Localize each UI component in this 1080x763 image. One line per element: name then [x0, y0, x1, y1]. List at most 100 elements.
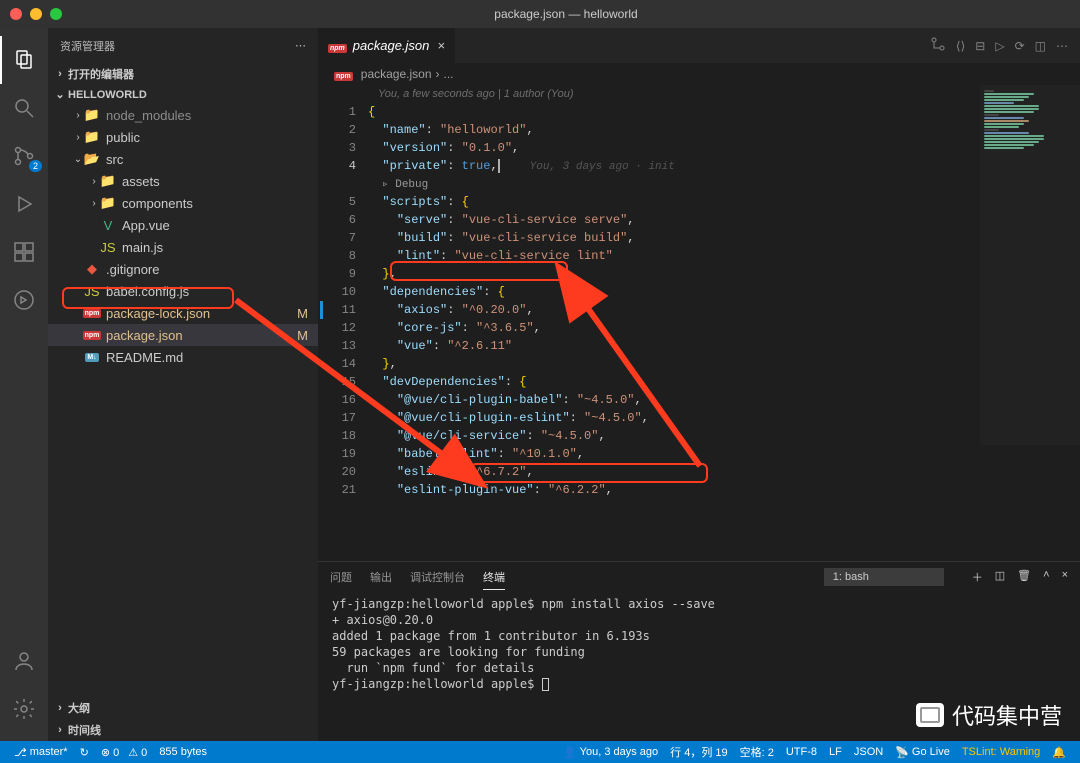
folder-icon: 📁 — [100, 173, 116, 189]
file-tree: ›📁node_modules ›📁public ⌄📂src ›📁assets ›… — [48, 104, 318, 697]
eol[interactable]: LF — [823, 744, 848, 760]
markdown-file-icon: M↓ — [84, 349, 100, 365]
breadcrumb[interactable]: npm package.json › ... — [318, 63, 1080, 85]
cursor-position[interactable]: 行 4，列 19 — [664, 744, 733, 760]
indentation[interactable]: 空格: 2 — [734, 744, 780, 760]
titlebar: package.json — helloworld — [0, 0, 1080, 28]
outline-section[interactable]: ›大纲 — [48, 697, 318, 719]
file-readme[interactable]: M↓README.md — [48, 346, 318, 368]
wechat-icon — [916, 703, 944, 727]
file-package-json[interactable]: npmpackage.json M — [48, 324, 318, 346]
folder-node-modules[interactable]: ›📁node_modules — [48, 104, 318, 126]
editor-area: npm package.json × ⟨⟩ ⊟ ▷ ⟳ ◫ ⋯ npm pack… — [318, 28, 1080, 741]
git-modified-badge: M — [297, 328, 308, 343]
git-file-icon: ◆ — [84, 261, 100, 277]
scm-badge: 2 — [29, 160, 42, 172]
panel-tab-terminal[interactable]: 终端 — [483, 565, 505, 590]
vue-file-icon: V — [100, 217, 116, 233]
window-controls — [10, 8, 62, 20]
file-babel-config[interactable]: JSbabel.config.js — [48, 280, 318, 302]
sidebar-title: 资源管理器 — [60, 38, 115, 54]
close-panel-icon[interactable]: × — [1062, 569, 1068, 585]
gitlens-view-icon[interactable] — [0, 276, 48, 324]
more-actions-icon[interactable]: ⋯ — [1056, 39, 1068, 53]
problems-errors[interactable]: ⊗ 0 ⚠ 0 — [95, 746, 154, 759]
file-main-js[interactable]: JSmain.js — [48, 236, 318, 258]
git-sync[interactable]: ↻ — [74, 746, 95, 759]
watermark: 代码集中营 — [916, 699, 1062, 731]
git-branch[interactable]: ⎇master* — [8, 746, 74, 759]
encoding[interactable]: UTF-8 — [780, 744, 823, 760]
folder-public[interactable]: ›📁public — [48, 126, 318, 148]
project-section[interactable]: ⌄HELLOWORLD — [48, 85, 318, 104]
file-app-vue[interactable]: VApp.vue — [48, 214, 318, 236]
run-icon[interactable]: ▷ — [995, 39, 1004, 53]
person-icon: 👤 — [563, 746, 577, 759]
folder-components[interactable]: ›📁components — [48, 192, 318, 214]
history-icon[interactable]: ⟳ — [1015, 39, 1025, 53]
scm-view-icon[interactable]: 2 — [0, 132, 48, 180]
branch-icon: ⎇ — [14, 746, 27, 759]
go-live[interactable]: 📡Go Live — [889, 744, 956, 760]
toggle-icon[interactable]: ⊟ — [975, 39, 985, 53]
folder-src[interactable]: ⌄📂src — [48, 148, 318, 170]
extensions-view-icon[interactable] — [0, 228, 48, 276]
line-gutter: 123456789101112131415161718192021 — [318, 103, 368, 561]
debug-view-icon[interactable] — [0, 180, 48, 228]
npm-file-icon: npm — [328, 38, 347, 53]
split-terminal-icon[interactable]: ◫ — [995, 569, 1005, 585]
terminal-selector[interactable]: 1: bash — [824, 568, 944, 586]
code-editor[interactable]: 123456789101112131415161718192021 { "nam… — [318, 103, 1080, 561]
timeline-section[interactable]: ›时间线 — [48, 719, 318, 741]
minimap[interactable] — [980, 85, 1080, 445]
settings-gear-icon[interactable] — [0, 685, 48, 733]
code-content[interactable]: { "name": "helloworld", "version": "0.1.… — [368, 103, 1080, 561]
compare-changes-icon[interactable] — [930, 36, 946, 55]
notifications-icon[interactable]: 🔔 — [1046, 744, 1072, 760]
npm-file-icon: npm — [84, 305, 100, 321]
new-terminal-icon[interactable]: ＋ — [972, 569, 983, 585]
gitlens-blame[interactable]: 👤You, 3 days ago — [557, 744, 664, 760]
close-tab-icon[interactable]: × — [437, 38, 445, 53]
npm-file-icon: npm — [84, 327, 100, 343]
tab-label: package.json — [353, 38, 430, 53]
folder-icon: 📁 — [84, 107, 100, 123]
tab-package-json[interactable]: npm package.json × — [318, 28, 455, 63]
sidebar-header: 资源管理器 ⋯ — [48, 28, 318, 63]
maximize-panel-icon[interactable]: ˄ — [1043, 569, 1049, 585]
gitlens-authors[interactable]: You, a few seconds ago | 1 author (You) — [318, 85, 1080, 103]
accounts-icon[interactable] — [0, 637, 48, 685]
sidebar-more-icon[interactable]: ⋯ — [295, 39, 306, 52]
panel-tab-debug-console[interactable]: 调试控制台 — [410, 565, 465, 589]
search-view-icon[interactable] — [0, 84, 48, 132]
kill-terminal-icon[interactable]: 🗑 — [1017, 569, 1031, 585]
folder-open-icon: 📂 — [84, 151, 100, 167]
file-size[interactable]: 855 bytes — [153, 746, 213, 758]
git-modified-badge: M — [297, 306, 308, 321]
split-editor-icon[interactable]: ◫ — [1035, 39, 1046, 53]
js-file-icon: JS — [100, 239, 116, 255]
status-bar: ⎇master* ↻ ⊗ 0 ⚠ 0 855 bytes 👤You, 3 day… — [0, 741, 1080, 763]
npm-file-icon: npm — [334, 67, 353, 81]
editor-tabs: npm package.json × ⟨⟩ ⊟ ▷ ⟳ ◫ ⋯ — [318, 28, 1080, 63]
close-window[interactable] — [10, 8, 22, 20]
window-title: package.json — helloworld — [62, 7, 1070, 21]
explorer-view-icon[interactable] — [0, 36, 48, 84]
minimize-window[interactable] — [30, 8, 42, 20]
panel-tab-output[interactable]: 输出 — [370, 565, 392, 589]
language-mode[interactable]: JSON — [848, 744, 889, 760]
folder-icon: 📁 — [84, 129, 100, 145]
panel-tab-problems[interactable]: 问题 — [330, 565, 352, 589]
panel-tabs: 问题 输出 调试控制台 终端 1: bash ＋ ◫ 🗑 ˄ × — [318, 562, 1080, 592]
folder-assets[interactable]: ›📁assets — [48, 170, 318, 192]
tslint-status[interactable]: TSLint: Warning — [956, 744, 1046, 760]
file-package-lock[interactable]: npmpackage-lock.json M — [48, 302, 318, 324]
sidebar: 资源管理器 ⋯ ›打开的编辑器 ⌄HELLOWORLD ›📁node_modul… — [48, 28, 318, 741]
file-gitignore[interactable]: ◆.gitignore — [48, 258, 318, 280]
js-file-icon: JS — [84, 283, 100, 299]
open-changes-icon[interactable]: ⟨⟩ — [956, 39, 965, 53]
folder-icon: 📁 — [100, 195, 116, 211]
open-editors-section[interactable]: ›打开的编辑器 — [48, 63, 318, 85]
broadcast-icon: 📡 — [895, 746, 909, 759]
maximize-window[interactable] — [50, 8, 62, 20]
